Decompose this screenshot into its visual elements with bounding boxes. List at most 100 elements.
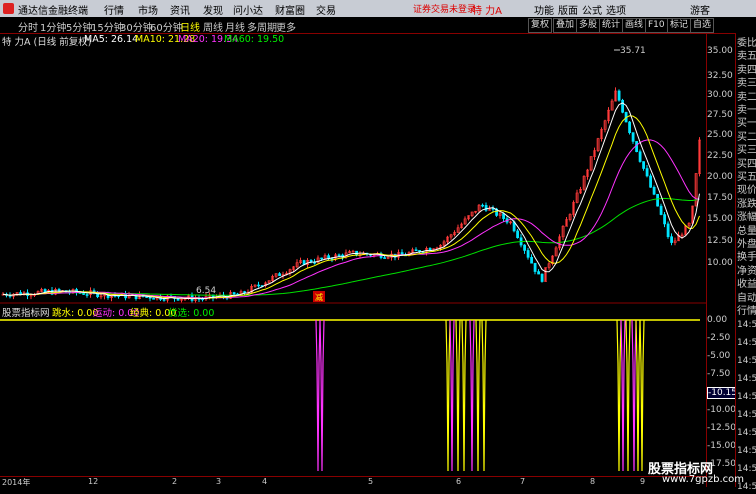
period-1min[interactable]: 1分钟 <box>40 19 66 34</box>
tool-diejia[interactable]: 叠加 <box>553 18 578 33</box>
side-panel-item[interactable]: 卖一 <box>737 104 756 117</box>
indicator-spike <box>639 319 645 472</box>
indicator-spike <box>315 319 321 472</box>
menu-caifuquan[interactable]: 财富圈 <box>275 2 305 17</box>
side-panel-item[interactable]: 现价 <box>737 184 756 197</box>
candle-body <box>533 262 537 272</box>
side-panel-item[interactable]: 卖五 <box>737 50 756 63</box>
side-panel-time: 14:5 <box>737 428 756 438</box>
menu-gongneng[interactable]: 功能 <box>534 2 554 17</box>
candle-body <box>85 294 89 296</box>
period-fenshi[interactable]: 分时 <box>18 19 38 34</box>
tool-f10[interactable]: F10 <box>645 18 668 33</box>
side-panel-item[interactable]: 换手 <box>737 251 756 264</box>
candle-body <box>666 223 670 237</box>
ma10-line <box>2 115 700 299</box>
menu-shichang[interactable]: 市场 <box>138 2 158 17</box>
side-panel-item[interactable]: 卖四 <box>737 64 756 77</box>
stock-title: 特 力A <box>472 6 503 17</box>
side-panel-item[interactable]: 外盘 <box>737 238 756 251</box>
candle-body <box>278 273 282 277</box>
side-panel-item[interactable]: 涨跌 <box>737 198 756 211</box>
side-panel-item[interactable]: 收益 <box>737 278 756 291</box>
period-5min[interactable]: 5分钟 <box>66 19 92 34</box>
candle-body <box>526 250 530 258</box>
side-panel-item[interactable]: 涨幅 <box>737 211 756 224</box>
menu-hangqing[interactable]: 行情 <box>104 2 124 17</box>
menu-gongshi[interactable]: 公式 <box>582 2 602 17</box>
candle-body <box>523 244 527 251</box>
period-day[interactable]: 日线 <box>180 19 200 34</box>
period-15min[interactable]: 15分钟 <box>91 19 124 34</box>
period-more[interactable]: 更多 <box>276 19 296 34</box>
side-panel-time: 14:5 <box>737 392 756 402</box>
candle-body <box>320 257 324 260</box>
indicator-spike <box>449 319 455 472</box>
tool-biaoji[interactable]: 标记 <box>667 18 692 33</box>
ma20-line <box>2 139 700 299</box>
candle-body <box>337 254 341 257</box>
side-panel-item[interactable]: 买二 <box>737 131 756 144</box>
side-panel-item[interactable]: 卖二 <box>737 91 756 104</box>
menu-xuanxiang[interactable]: 选项 <box>606 2 626 17</box>
title-bar: 通达信金融终端 行情 市场 资讯 发现 问小达 财富圈 交易 证券交易未登录 特… <box>0 0 756 17</box>
side-panel-item[interactable]: 自动 <box>737 292 756 305</box>
candle-body <box>642 161 646 169</box>
side-panel-item[interactable]: 委比 <box>737 37 756 50</box>
candle-body <box>383 257 387 259</box>
indicator-spike <box>631 319 637 472</box>
candle-body <box>481 204 485 207</box>
app-name: 通达信金融终端 <box>18 6 88 17</box>
candle-body <box>670 236 674 243</box>
period-60min[interactable]: 60分钟 <box>150 19 183 34</box>
candle-body <box>617 90 621 101</box>
menu-zixun[interactable]: 资讯 <box>170 2 190 17</box>
candle-body <box>257 284 261 287</box>
menu-jiaoyi[interactable]: 交易 <box>316 2 336 17</box>
side-panel-item[interactable]: 买五 <box>737 171 756 184</box>
side-panel-time: 14:5 <box>737 338 756 348</box>
quote-side-panel[interactable]: 委比 卖五 卖四 卖三 卖二 卖一 买一 买二 买三 买四 买五 现价 涨跌 涨幅 总量 外盘 换手 净资 收益 自动… <box>735 33 756 492</box>
period-week[interactable]: 周线 <box>203 19 223 34</box>
tool-fuquan[interactable]: 复权 <box>528 18 553 33</box>
menu-wenxiaoda[interactable]: 问小达 <box>233 2 263 17</box>
menu-banmian[interactable]: 版面 <box>558 2 578 17</box>
event-marker-text: 减 <box>315 292 323 302</box>
low-annotation: 6.54 <box>196 286 216 296</box>
user-label[interactable]: 游客 <box>690 2 710 17</box>
x-tick: 12 <box>88 477 99 486</box>
x-tick: 3 <box>216 477 222 486</box>
side-panel-item[interactable]: 买一 <box>737 117 756 130</box>
tool-duogu[interactable]: 多股 <box>576 18 601 33</box>
indicator-spike <box>445 319 451 472</box>
period-30min[interactable]: 30分钟 <box>120 19 153 34</box>
x-tick: 2 <box>172 477 178 486</box>
side-panel-item[interactable]: 行情 <box>737 305 756 318</box>
x-tick: 9 <box>640 477 646 486</box>
menu-faxian[interactable]: 发现 <box>203 2 223 17</box>
candle-body <box>652 186 656 195</box>
side-panel-item[interactable]: 买三 <box>737 144 756 157</box>
indicator-spike <box>319 319 325 472</box>
side-panel-time: 14:5 <box>737 320 756 330</box>
candle-body <box>502 213 506 219</box>
indicator-spike <box>461 319 467 472</box>
period-multi[interactable]: 多周期 <box>247 19 277 34</box>
side-panel-item[interactable]: 卖三 <box>737 77 756 90</box>
x-tick: 5 <box>368 477 374 486</box>
period-month[interactable]: 月线 <box>225 19 245 34</box>
side-panel-time: 14:5 <box>737 410 756 420</box>
indicator-spike <box>620 319 626 472</box>
candle-body <box>152 298 156 300</box>
x-tick: 8 <box>590 477 596 486</box>
side-panel-item[interactable]: 净资 <box>737 265 756 278</box>
kline-chart[interactable]: 35.71 6.54 减 <box>0 33 706 476</box>
side-panel-item[interactable]: 买四 <box>737 158 756 171</box>
tool-zixuan[interactable]: 自选 <box>690 18 715 33</box>
candle-body <box>638 151 642 162</box>
login-status[interactable]: 证券交易未登录 <box>413 2 476 15</box>
tool-huaxian[interactable]: 画线 <box>622 18 647 33</box>
tool-tongji[interactable]: 统计 <box>599 18 624 33</box>
side-panel-item[interactable]: 总量 <box>737 225 756 238</box>
candle-body <box>414 249 418 252</box>
